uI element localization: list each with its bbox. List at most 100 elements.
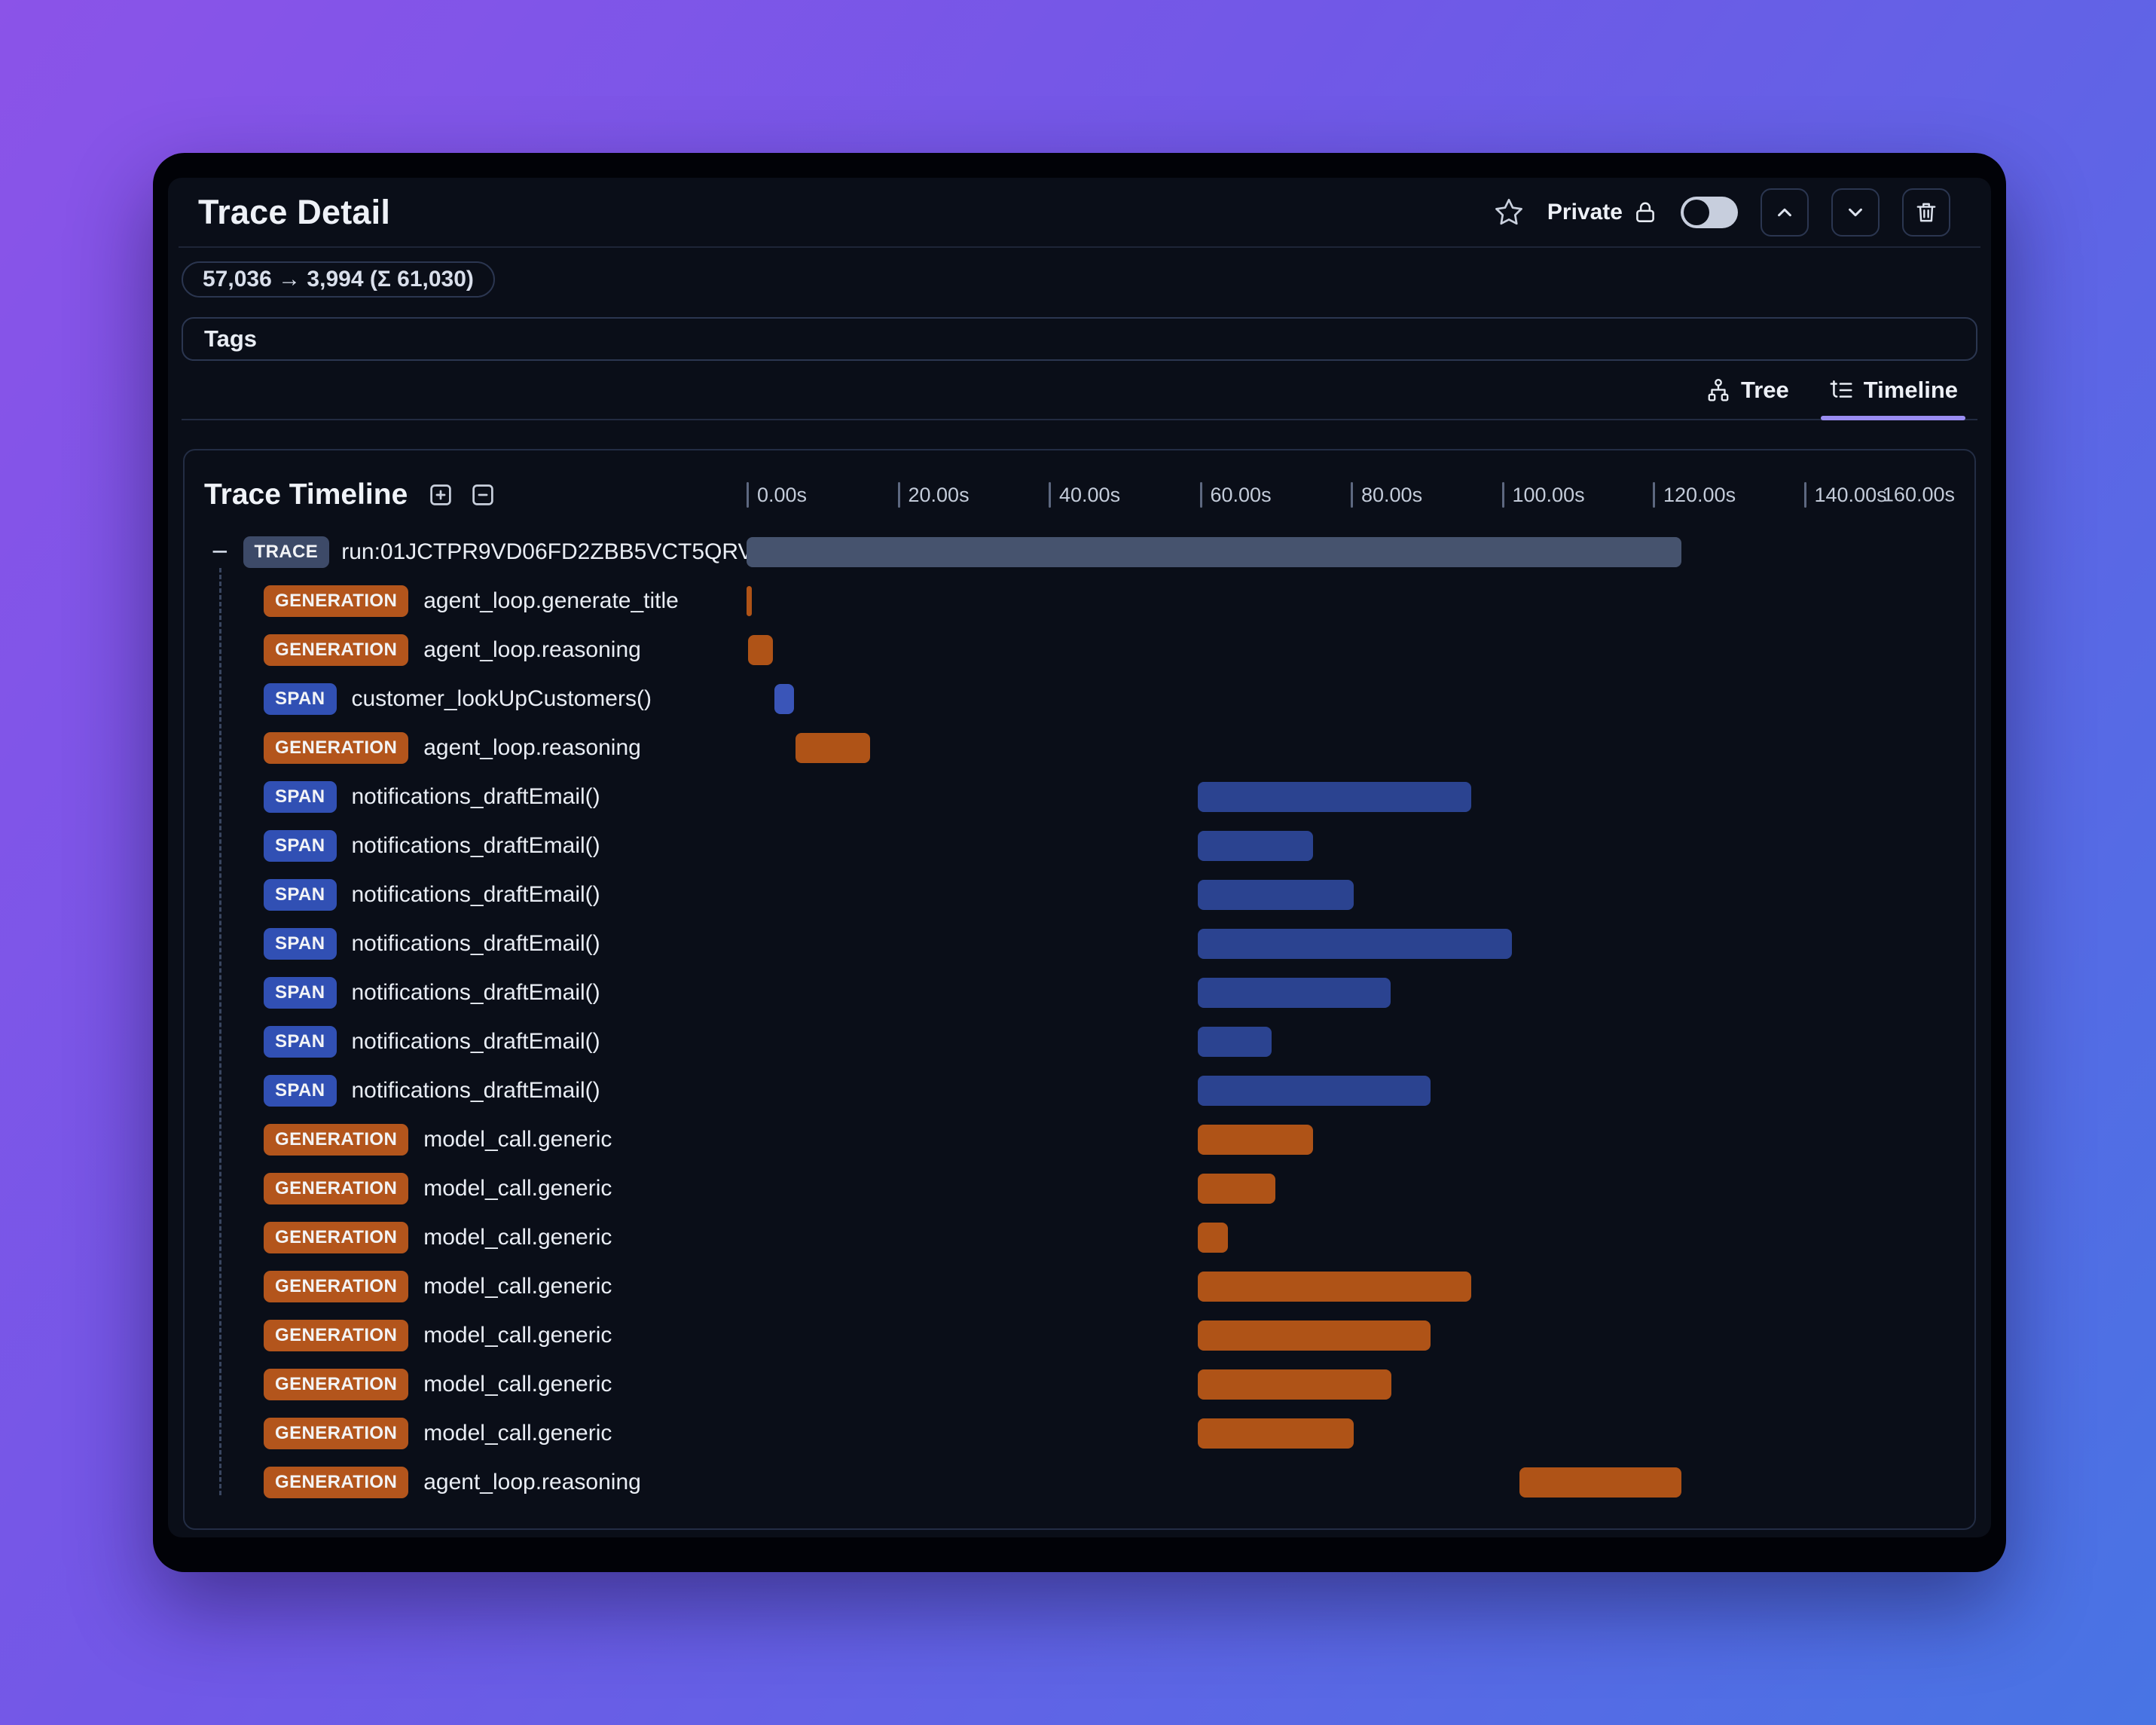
timeline-row[interactable]: SPAN notifications_draftEmail() (204, 1017, 1955, 1066)
row-label-cell: SPAN notifications_draftEmail() (204, 878, 747, 911)
expand-all-button[interactable] (427, 481, 454, 508)
duration-bar[interactable] (796, 732, 871, 763)
duration-bar[interactable] (1198, 1173, 1275, 1204)
duration-bar[interactable] (1198, 1369, 1392, 1400)
timeline-row[interactable]: SPAN notifications_draftEmail() (204, 772, 1955, 821)
observation-name: agent_loop.reasoning (423, 637, 641, 662)
timeline-row[interactable]: SPAN notifications_draftEmail() (204, 968, 1955, 1017)
tab-tree[interactable]: Tree (1706, 361, 1789, 419)
observation-type-badge: GENERATION (264, 634, 409, 666)
row-label-cell: GENERATION model_call.generic (204, 1319, 747, 1351)
timeline-row[interactable]: SPAN notifications_draftEmail() (204, 919, 1955, 968)
duration-bar[interactable] (1198, 830, 1313, 861)
duration-bar[interactable] (747, 585, 753, 616)
chevron-down-icon (1843, 200, 1868, 225)
duration-bar[interactable] (1198, 1222, 1228, 1253)
duration-bar[interactable] (1198, 879, 1354, 910)
timeline-row[interactable]: SPAN notifications_draftEmail() (204, 821, 1955, 870)
duration-bar[interactable] (1198, 1418, 1354, 1449)
observation-name: model_call.generic (423, 1175, 612, 1201)
timeline-row[interactable]: GENERATION model_call.generic (204, 1409, 1955, 1458)
next-trace-button[interactable] (1831, 188, 1880, 237)
row-chart-cell (747, 1311, 1955, 1360)
timeline-row[interactable]: GENERATION model_call.generic (204, 1115, 1955, 1164)
observation-name: model_call.generic (423, 1273, 612, 1299)
row-label-cell: SPAN notifications_draftEmail() (204, 1074, 747, 1107)
duration-bar[interactable] (1198, 1075, 1431, 1106)
axis-tick: 40.00s (1049, 482, 1120, 508)
observation-type-badge: GENERATION (264, 1466, 409, 1498)
row-chart-cell (747, 1213, 1955, 1262)
tab-tree-label: Tree (1741, 376, 1789, 403)
collapse-all-button[interactable] (469, 481, 496, 508)
expand-all-icon (427, 481, 454, 508)
privacy-toggle[interactable] (1681, 196, 1738, 228)
timeline-row[interactable]: GENERATION model_call.generic (204, 1360, 1955, 1409)
axis-tick: 60.00s (1199, 482, 1272, 508)
collapse-toggle[interactable]: − (209, 538, 231, 566)
row-label-cell: GENERATION agent_loop.reasoning (204, 1466, 747, 1498)
axis-tick-mark (747, 482, 749, 508)
row-label-cell: GENERATION model_call.generic (204, 1417, 747, 1449)
axis-tick: 0.00s (747, 482, 807, 508)
row-chart-cell (747, 625, 1955, 674)
tree-icon (1706, 377, 1731, 403)
row-chart-cell (747, 1066, 1955, 1115)
duration-bar[interactable] (1198, 781, 1472, 812)
window-content: Trace Detail Private 57,036 → 3,994 (Σ 6… (168, 178, 1991, 1537)
row-label-cell: SPAN customer_lookUpCustomers() (204, 682, 747, 715)
timeline-row[interactable]: GENERATION model_call.generic (204, 1164, 1955, 1213)
timeline-row[interactable]: GENERATION model_call.generic (204, 1262, 1955, 1311)
row-label-cell: GENERATION model_call.generic (204, 1270, 747, 1302)
timeline-row[interactable]: SPAN notifications_draftEmail() (204, 1066, 1955, 1115)
duration-bar[interactable] (1198, 1271, 1472, 1302)
row-chart-cell (747, 1017, 1955, 1066)
observation-type-badge: GENERATION (264, 1172, 409, 1204)
duration-bar[interactable] (1198, 1026, 1272, 1057)
observation-type-badge: GENERATION (264, 1123, 409, 1156)
prev-trace-button[interactable] (1761, 188, 1809, 237)
row-label-cell: GENERATION model_call.generic (204, 1368, 747, 1400)
timeline-row[interactable]: GENERATION model_call.generic (204, 1311, 1955, 1360)
bookmark-star-button[interactable] (1493, 197, 1525, 228)
axis-tick-label: 140.00s (1814, 483, 1887, 506)
row-chart-cell (747, 674, 1955, 723)
duration-bar[interactable] (747, 536, 1682, 567)
observation-type-badge: GENERATION (264, 585, 409, 617)
duration-bar[interactable] (1198, 1320, 1431, 1351)
row-chart-cell (747, 1262, 1955, 1311)
row-chart-cell (747, 1115, 1955, 1164)
row-chart-cell (747, 968, 1955, 1017)
duration-bar[interactable] (1198, 928, 1512, 959)
row-chart-cell (747, 1409, 1955, 1458)
duration-bar[interactable] (1198, 977, 1391, 1008)
observation-type-badge: GENERATION (264, 1319, 409, 1351)
timeline-row[interactable]: GENERATION agent_loop.reasoning (204, 1458, 1955, 1507)
tab-timeline[interactable]: Timeline (1820, 361, 1965, 420)
timeline-row[interactable]: GENERATION agent_loop.generate_title (204, 576, 1955, 625)
duration-bar[interactable] (1519, 1467, 1682, 1498)
star-icon (1493, 197, 1525, 228)
observation-type-badge: SPAN (264, 1074, 337, 1107)
duration-bar[interactable] (774, 683, 795, 714)
timeline-row[interactable]: GENERATION model_call.generic (204, 1213, 1955, 1262)
tags-input[interactable]: Tags (182, 317, 1977, 361)
timeline-row[interactable]: − TRACE run:01JCTPR9VD06FD2ZBB5VCT5QRV (204, 527, 1955, 576)
observation-type-badge: TRACE (243, 536, 330, 568)
duration-bar[interactable] (748, 634, 774, 665)
row-label-cell: GENERATION agent_loop.generate_title (204, 585, 747, 617)
time-axis: 160.00s 0.00s 20.00s 40.00s 60.00s 80.00s 100… (747, 463, 1955, 527)
axis-tick-label: 20.00s (908, 483, 970, 506)
observation-type-badge: GENERATION (264, 1270, 409, 1302)
row-label-cell: SPAN notifications_draftEmail() (204, 1025, 747, 1058)
delete-trace-button[interactable] (1902, 188, 1950, 237)
row-label-cell: SPAN notifications_draftEmail() (204, 927, 747, 960)
axis-tick-label: 120.00s (1663, 483, 1736, 506)
duration-bar[interactable] (1198, 1124, 1313, 1155)
timeline-row[interactable]: GENERATION agent_loop.reasoning (204, 723, 1955, 772)
timeline-row[interactable]: SPAN customer_lookUpCustomers() (204, 674, 1955, 723)
active-tab-indicator (1820, 416, 1965, 420)
timeline-title: Trace Timeline (204, 478, 408, 511)
timeline-row[interactable]: SPAN notifications_draftEmail() (204, 870, 1955, 919)
timeline-row[interactable]: GENERATION agent_loop.reasoning (204, 625, 1955, 674)
